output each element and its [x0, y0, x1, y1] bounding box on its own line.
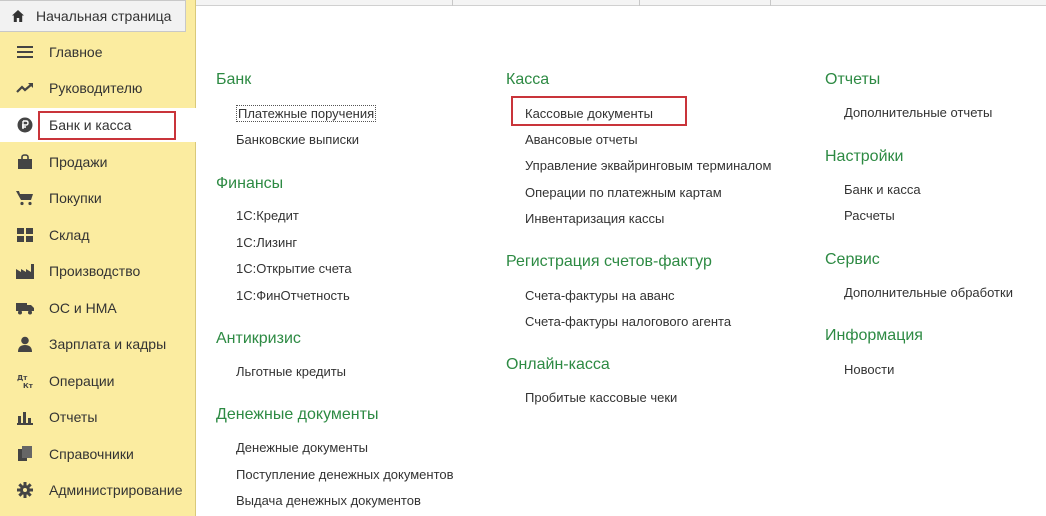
person-icon	[15, 334, 35, 354]
group-title-cash-desk: Касса	[506, 71, 550, 88]
group-title-finance: Финансы	[216, 175, 284, 192]
trend-icon	[15, 78, 35, 98]
link-cash-documents-receipt[interactable]: Поступление денежных документов	[236, 467, 454, 482]
link-1c-open-account[interactable]: 1С:Открытие счета	[236, 261, 352, 276]
group-title-settings: Настройки	[825, 148, 904, 165]
sections-panel: Начальная страница Главное Руководителю …	[0, 0, 196, 516]
sidebar-item-label: Продажи	[49, 154, 108, 170]
tab-divider	[639, 0, 640, 6]
link-payment-card-operations[interactable]: Операции по платежным картам	[525, 185, 722, 200]
link-1c-fin-reporting[interactable]: 1С:ФинОтчетность	[236, 288, 350, 303]
sidebar-item-warehouse[interactable]: Склад	[0, 218, 196, 252]
tab-divider	[452, 0, 453, 6]
sidebar-item-manager[interactable]: Руководителю	[0, 71, 196, 105]
svg-text:Кт: Кт	[23, 382, 33, 389]
link-cash-documents-issue[interactable]: Выдача денежных документов	[236, 493, 421, 508]
link-acquiring-terminal[interactable]: Управление эквайринговым терминалом	[525, 158, 771, 173]
link-bank-statements[interactable]: Банковские выписки	[236, 132, 359, 147]
sidebar-item-references[interactable]: Справочники	[0, 437, 196, 471]
cart-icon	[15, 188, 35, 208]
open-tabs-strip	[196, 0, 1046, 6]
link-settlements[interactable]: Расчеты	[844, 208, 895, 223]
sidebar-item-label: Склад	[49, 227, 90, 243]
home-icon	[10, 8, 26, 24]
menu-lines-icon	[15, 42, 35, 62]
sidebar-item-label: Операции	[49, 373, 115, 389]
sidebar-item-label: Главное	[49, 44, 103, 60]
sidebar-item-production[interactable]: Производство	[0, 254, 196, 288]
group-title-information: Информация	[825, 327, 923, 344]
sidebar-item-fixed-assets[interactable]: ОС и НМА	[0, 291, 196, 325]
sidebar-item-reports[interactable]: Отчеты	[0, 400, 196, 434]
link-1c-leasing[interactable]: 1С:Лизинг	[236, 235, 297, 250]
link-tax-agent-invoices[interactable]: Счета-фактуры налогового агента	[525, 314, 731, 329]
home-page-tab[interactable]: Начальная страница	[0, 0, 186, 32]
sidebar-item-label: Отчеты	[49, 409, 98, 425]
link-advance-invoices[interactable]: Счета-фактуры на аванс	[525, 288, 675, 303]
sidebar-item-main[interactable]: Главное	[0, 35, 196, 69]
sidebar-item-label: Производство	[49, 263, 141, 279]
sidebar-item-operations[interactable]: Дт Кт Операции	[0, 364, 196, 398]
dt-kt-icon: Дт Кт	[15, 371, 35, 391]
gear-icon	[15, 480, 35, 500]
books-icon	[15, 444, 35, 464]
truck-icon	[15, 298, 35, 318]
warehouse-icon	[15, 225, 35, 245]
link-settings-bank-and-cash[interactable]: Банк и касса	[844, 182, 921, 197]
group-title-bank: Банк	[216, 71, 252, 88]
group-title-anticrisis: Антикризис	[216, 330, 301, 347]
link-1c-credit[interactable]: 1С:Кредит	[236, 208, 299, 223]
sidebar-item-sales[interactable]: Продажи	[0, 145, 196, 179]
highlight-frame-sidebar	[38, 111, 176, 140]
link-cash-inventory[interactable]: Инвентаризация кассы	[525, 211, 664, 226]
highlight-frame-content	[511, 96, 687, 126]
link-additional-processors[interactable]: Дополнительные обработки	[844, 285, 1013, 300]
shopping-bag-icon	[15, 152, 35, 172]
home-tab-label: Начальная страница	[36, 8, 172, 24]
sidebar-item-label: Администрирование	[49, 482, 183, 498]
sidebar-item-purchases[interactable]: Покупки	[0, 181, 196, 215]
group-title-cash-documents: Денежные документы	[216, 406, 379, 423]
tab-divider	[770, 0, 771, 6]
group-title-reports: Отчеты	[825, 71, 881, 88]
svg-text:Дт: Дт	[17, 374, 28, 382]
group-title-service: Сервис	[825, 251, 880, 268]
sidebar-item-label: Руководителю	[49, 80, 143, 96]
sidebar-item-label: Справочники	[49, 446, 134, 462]
group-title-online-cash: Онлайн-касса	[506, 356, 610, 373]
link-news[interactable]: Новости	[844, 362, 894, 377]
sidebar-item-label: Покупки	[49, 190, 102, 206]
sidebar-item-administration[interactable]: Администрирование	[0, 473, 196, 507]
group-title-invoice-registration: Регистрация счетов-фактур	[506, 253, 712, 270]
sidebar-item-label: Зарплата и кадры	[49, 336, 167, 352]
link-preferential-loans[interactable]: Льготные кредиты	[236, 364, 346, 379]
link-cash-documents[interactable]: Денежные документы	[236, 440, 368, 455]
bar-chart-icon	[15, 407, 35, 427]
ruble-coin-icon	[15, 115, 35, 135]
link-advance-reports[interactable]: Авансовые отчеты	[525, 132, 638, 147]
sidebar-item-label: ОС и НМА	[49, 300, 117, 316]
link-payment-orders[interactable]: Платежные поручения	[236, 105, 377, 122]
factory-icon	[15, 261, 35, 281]
link-additional-reports[interactable]: Дополнительные отчеты	[844, 105, 992, 120]
sidebar-item-salary[interactable]: Зарплата и кадры	[0, 327, 196, 361]
link-punched-receipts[interactable]: Пробитые кассовые чеки	[525, 390, 677, 405]
